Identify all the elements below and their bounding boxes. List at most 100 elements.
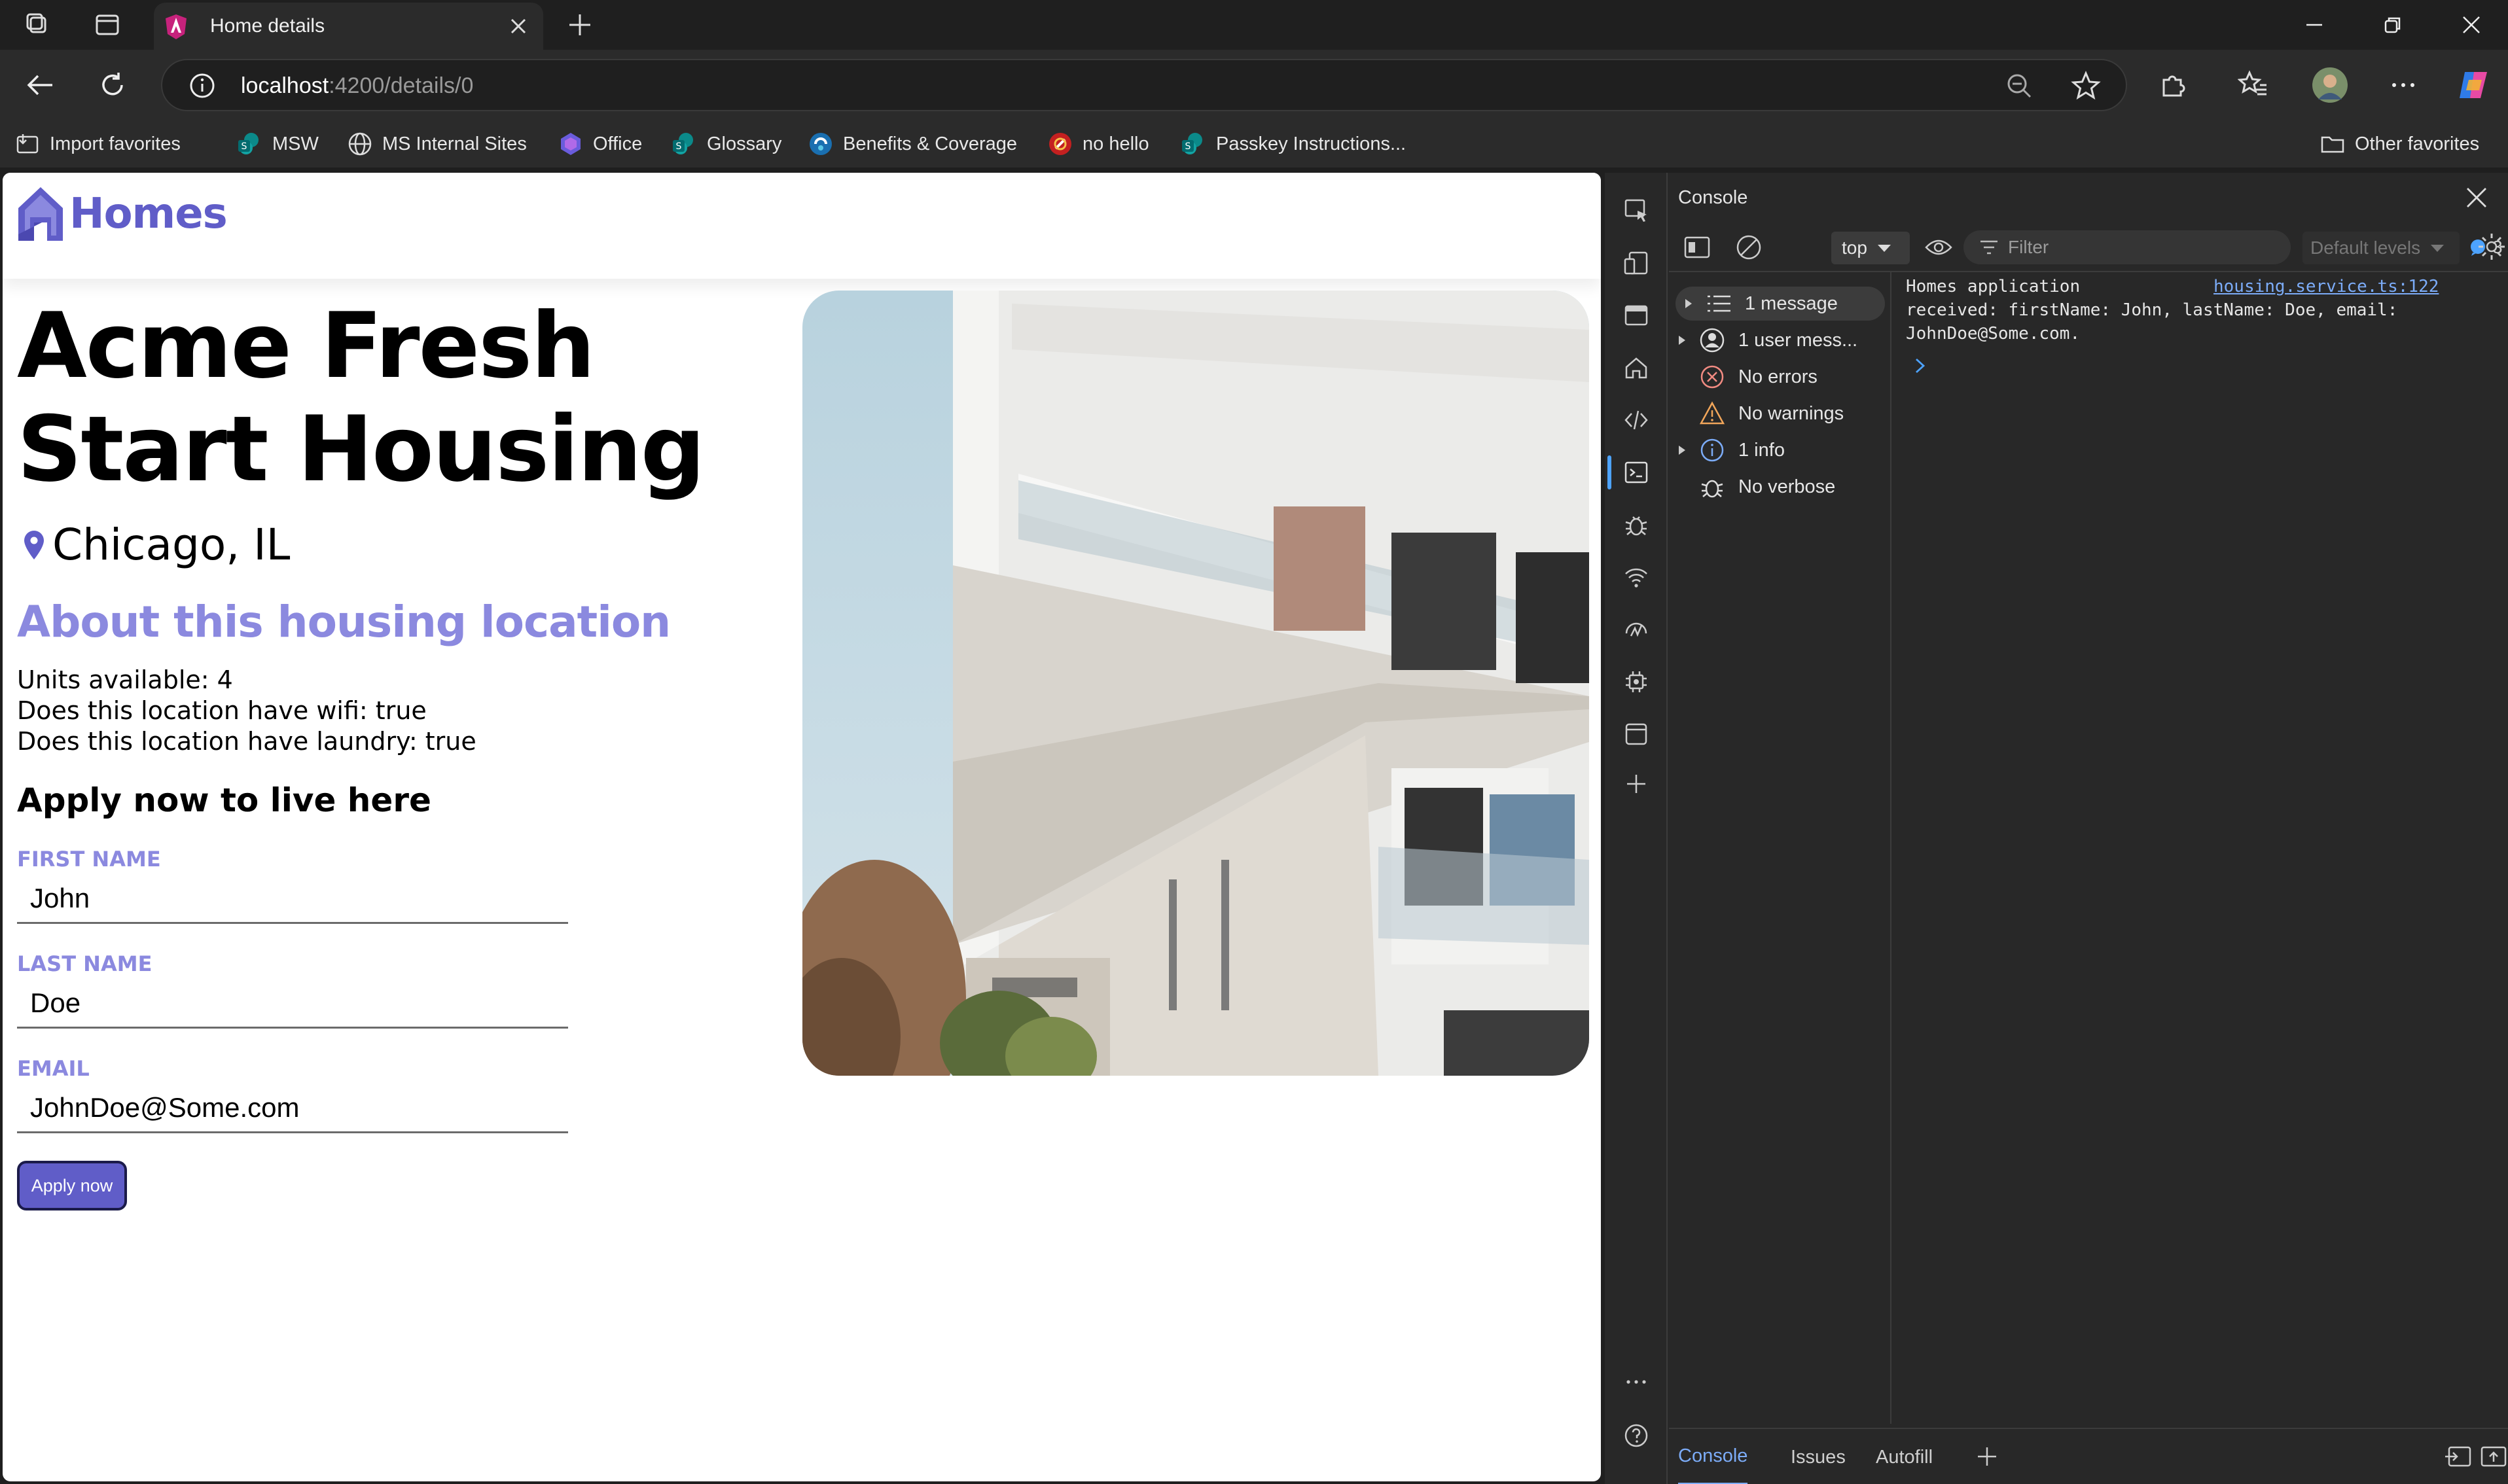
dock-drawer-icon[interactable]	[2444, 1443, 2473, 1470]
sharepoint-icon: S	[672, 131, 698, 157]
apply-now-button[interactable]: Apply now	[17, 1161, 127, 1210]
expand-triangle-icon[interactable]	[1669, 444, 1695, 456]
tab-console[interactable]: Console	[1678, 1429, 1748, 1484]
devtools-header: Console	[1669, 173, 2508, 222]
active-tab[interactable]: Home details	[154, 3, 543, 50]
sidebar-toggle-icon[interactable]	[1683, 234, 1711, 260]
copilot-icon[interactable]	[2453, 64, 2495, 106]
log-levels-select[interactable]: Default levels	[2302, 232, 2460, 264]
context-value: top	[1842, 238, 1867, 258]
clear-console-icon[interactable]	[1734, 233, 1763, 262]
favorite-passkey[interactable]: S Passkey Instructions...	[1181, 127, 1406, 161]
globe-icon	[347, 131, 373, 157]
favorite-label: Import favorites	[50, 133, 181, 154]
memory-chip-icon[interactable]	[1619, 665, 1653, 699]
profile-avatar[interactable]	[2309, 64, 2351, 106]
office-icon	[558, 131, 584, 157]
console-sidebar: 1 message 1 user mess... No errors No wa…	[1669, 272, 1891, 1424]
email-input[interactable]	[17, 1084, 568, 1133]
favorite-no-hello[interactable]: no hello	[1047, 127, 1149, 161]
close-tab-icon[interactable]	[503, 10, 534, 42]
favorite-msw[interactable]: S MSW	[237, 127, 319, 161]
favorites-icon[interactable]	[2232, 64, 2274, 106]
expand-drawer-icon[interactable]	[2479, 1443, 2508, 1470]
first-name-input[interactable]	[17, 874, 568, 924]
url-text[interactable]: localhost:4200/details/0	[241, 73, 473, 99]
elements-code-icon[interactable]	[1619, 403, 1653, 437]
user-icon	[1695, 326, 1729, 355]
restore-icon[interactable]	[2354, 0, 2432, 50]
favorite-label: no hello	[1083, 133, 1149, 154]
device-emulation-icon[interactable]	[1619, 246, 1653, 280]
console-icon[interactable]	[1619, 455, 1653, 489]
favorite-star-icon[interactable]	[2071, 71, 2101, 101]
other-favorites[interactable]: Other favorites	[2320, 127, 2479, 161]
svg-text:S: S	[676, 141, 682, 152]
filter-input[interactable]: Filter	[1963, 230, 2291, 264]
tab-title: Home details	[210, 15, 325, 37]
close-devtools-icon[interactable]	[2465, 186, 2488, 209]
sidebar-item-info[interactable]: 1 info	[1669, 433, 1890, 467]
more-options-icon[interactable]	[2382, 64, 2424, 106]
settings-gear-icon[interactable]	[2477, 232, 2507, 262]
sharepoint-icon: S	[1181, 131, 1207, 157]
zoom-out-icon[interactable]	[2005, 72, 2033, 99]
more-options-icon[interactable]	[1619, 1365, 1653, 1399]
close-window-icon[interactable]	[2432, 0, 2508, 50]
favorite-office[interactable]: Office	[558, 127, 642, 161]
sources-bug-icon[interactable]	[1619, 508, 1653, 542]
new-tab-icon[interactable]	[562, 7, 598, 43]
log-source-link[interactable]: housing.service.ts:122	[2213, 275, 2439, 298]
homes-logo[interactable]: Homes	[16, 185, 228, 243]
live-expression-eye-icon[interactable]	[1924, 236, 1953, 259]
tab-label: Console	[1678, 1445, 1748, 1466]
network-wifi-icon[interactable]	[1619, 560, 1653, 594]
favorite-import[interactable]: Import favorites	[14, 127, 181, 161]
bug-icon	[1695, 472, 1729, 501]
active-tool-indicator	[1607, 455, 1611, 489]
location-text: Chicago, IL	[52, 520, 291, 570]
refresh-icon[interactable]	[92, 64, 134, 106]
context-select[interactable]: top	[1831, 232, 1910, 264]
devtools-panel: Console top Filter Default levels 3 1 me…	[1605, 173, 2508, 1484]
chevron-down-icon	[2431, 245, 2445, 252]
expand-triangle-icon[interactable]	[1669, 334, 1695, 346]
title-bar: Home details	[0, 0, 2508, 50]
back-arrow-icon[interactable]	[20, 64, 62, 106]
first-name-label: FIRST NAME	[17, 847, 161, 872]
sidebar-item-user-messages[interactable]: 1 user mess...	[1669, 323, 1890, 357]
console-prompt-chevron-icon[interactable]	[1912, 356, 1928, 376]
help-icon[interactable]	[1619, 1419, 1653, 1453]
sidebar-item-errors[interactable]: No errors	[1669, 360, 1890, 394]
tab-autofill[interactable]: Autofill	[1876, 1429, 1933, 1484]
location-pin-icon	[24, 530, 44, 559]
site-info-icon[interactable]	[188, 72, 216, 99]
last-name-input[interactable]	[17, 979, 568, 1029]
address-bar[interactable]: localhost:4200/details/0	[161, 59, 2127, 111]
minimize-icon[interactable]	[2275, 0, 2354, 50]
add-tab-plus-icon[interactable]	[1974, 1443, 2000, 1470]
email-label: EMAIL	[17, 1056, 90, 1081]
more-tools-plus-icon[interactable]	[1619, 767, 1653, 801]
import-icon	[14, 131, 41, 157]
vertical-tabs-icon[interactable]	[88, 5, 127, 44]
performance-icon[interactable]	[1619, 612, 1653, 646]
sidebar-item-verbose[interactable]: No verbose	[1669, 470, 1890, 504]
levels-value: Default levels	[2310, 238, 2421, 258]
inspect-icon[interactable]	[1619, 194, 1653, 228]
tab-issues[interactable]: Issues	[1791, 1429, 1846, 1484]
sidebar-label: No warnings	[1738, 402, 1844, 424]
sidebar-item-warnings[interactable]: No warnings	[1669, 397, 1890, 431]
favorite-benefits[interactable]: Benefits & Coverage	[808, 127, 1017, 161]
sidebar-item-messages[interactable]: 1 message	[1675, 287, 1885, 321]
welcome-home-icon[interactable]	[1619, 351, 1653, 385]
listing-title: Acme Fresh Start Housing	[17, 293, 706, 502]
expand-triangle-icon[interactable]	[1675, 298, 1702, 309]
dock-icon[interactable]	[1619, 298, 1653, 332]
favorite-glossary[interactable]: S Glossary	[672, 127, 781, 161]
application-icon[interactable]	[1619, 717, 1653, 751]
console-toolbar: top Filter Default levels 3	[1669, 222, 2508, 272]
extensions-icon[interactable]	[2152, 64, 2194, 106]
favorite-ms-internal-sites[interactable]: MS Internal Sites	[347, 127, 527, 161]
workspaces-icon[interactable]	[18, 5, 58, 44]
